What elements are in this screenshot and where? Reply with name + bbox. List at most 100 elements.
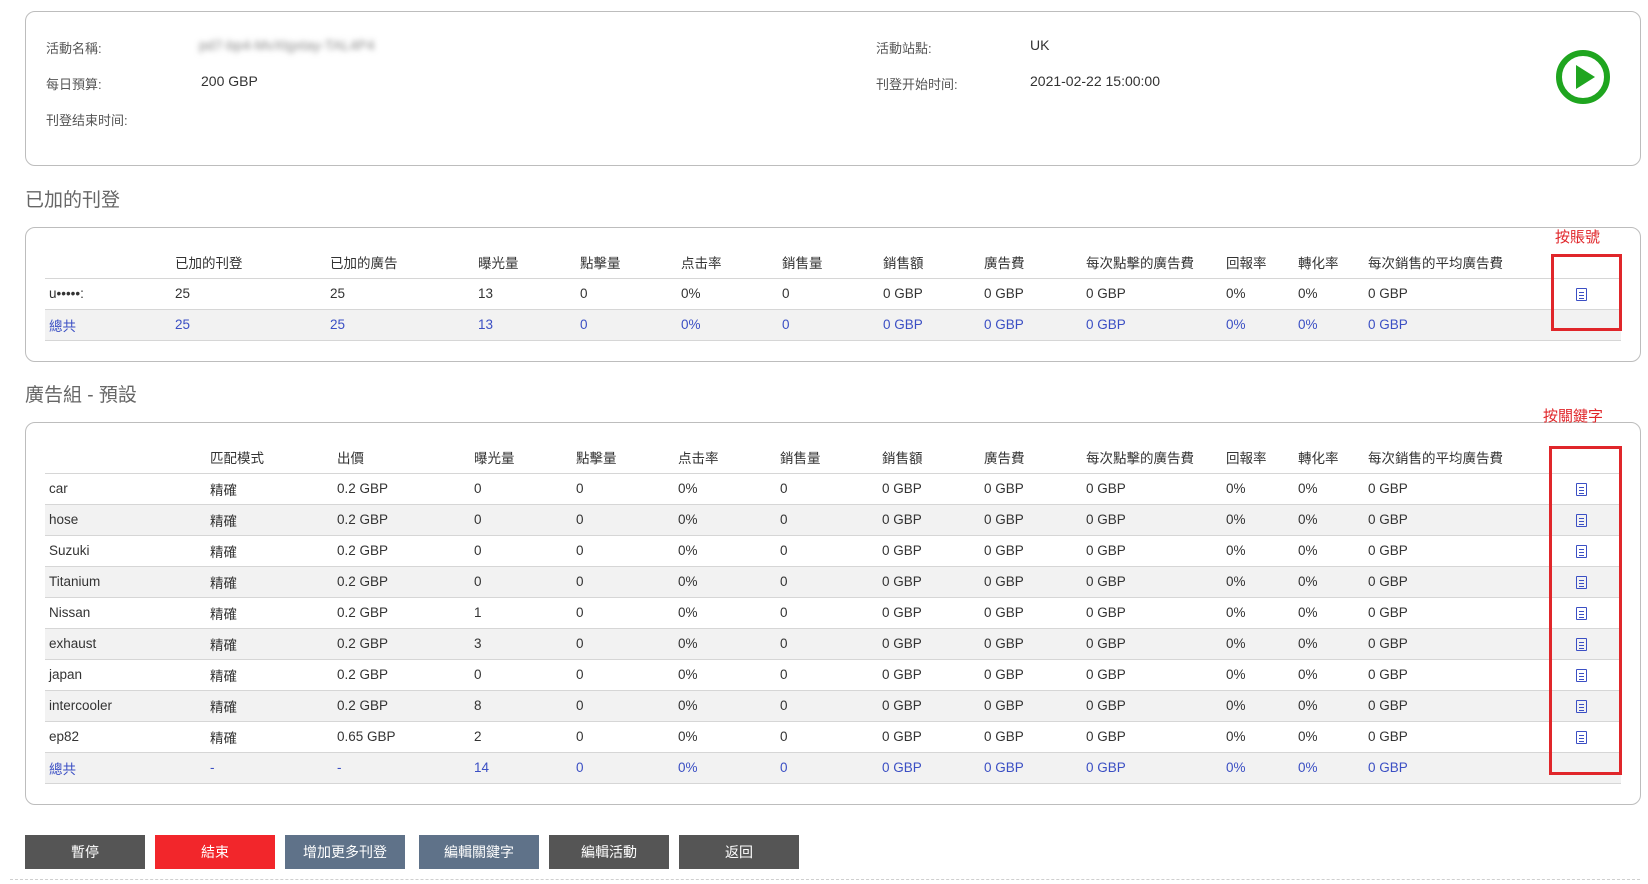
adgroup-table: 匹配模式 出價 曝光量 點擊量 点击率 銷售量 銷售額 廣告費 每次點擊的廣告費 回報率 轉化率 每次…	[45, 442, 1621, 784]
table-cell: 精確	[206, 597, 333, 629]
account-report-highlight	[1551, 254, 1622, 331]
total-cell: 0 GBP	[879, 309, 980, 341]
table-cell: 0 GBP	[1364, 628, 1541, 660]
total-cell: 0	[776, 752, 878, 784]
adgroup-section-title: 廣告組 - 預設	[25, 385, 137, 406]
table-cell: ep82	[45, 721, 206, 753]
table-cell: 0 GBP	[1082, 690, 1222, 722]
table-cell: japan	[45, 659, 206, 691]
table-cell: u•••••:	[45, 278, 171, 310]
table-cell: 1	[470, 597, 572, 629]
table-cell: 0%	[1222, 690, 1294, 722]
total-cell: 0 GBP	[1364, 752, 1541, 784]
add-listings-button[interactable]: 增加更多刊登	[285, 835, 405, 869]
table-cell: 0 GBP	[980, 473, 1082, 505]
total-cell: 14	[470, 752, 572, 784]
total-cell: 總共	[45, 309, 171, 341]
total-cell: 0	[572, 752, 674, 784]
table-cell: 0 GBP	[1364, 278, 1541, 310]
table-cell: 0%	[1294, 473, 1364, 505]
table-cell: 0	[572, 597, 674, 629]
table-cell: 0	[470, 566, 572, 598]
table-cell: 0 GBP	[878, 504, 980, 536]
table-cell: Suzuki	[45, 535, 206, 567]
table-cell: 0	[776, 566, 878, 598]
table-cell: 0 GBP	[980, 597, 1082, 629]
column-header: 點擊量	[572, 442, 674, 474]
start-time-value: 2021-02-22 15:00:00	[1030, 73, 1160, 89]
table-cell: 0	[778, 278, 879, 310]
table-cell: 精確	[206, 628, 333, 660]
total-cell: 總共	[45, 752, 206, 784]
column-header: 銷售量	[776, 442, 878, 474]
table-cell: 0	[776, 473, 878, 505]
pause-button[interactable]: 暫停	[25, 835, 145, 869]
column-header: 廣告費	[980, 442, 1082, 474]
table-cell: 0 GBP	[878, 628, 980, 660]
column-header: 轉化率	[1294, 247, 1364, 279]
table-cell: 0%	[1294, 690, 1364, 722]
table-cell: 0	[776, 721, 878, 753]
listings-table: 已加的刊登 已加的廣告 曝光量 點擊量 点击率 銷售量 銷售額 廣告費 每次點擊的廣告費 回報率轉…	[45, 247, 1621, 341]
table-cell: 0 GBP	[1082, 566, 1222, 598]
table-cell: 2	[470, 721, 572, 753]
table-row: u•••••: 25 25 13 0 0% 0 0 GBP 0 GBP 0 GBP 0% 0% 0 GB…	[45, 278, 1621, 310]
total-cell: 0%	[1294, 752, 1364, 784]
table-cell: 0%	[674, 659, 776, 691]
campaign-name-value: pd7-bp4-MvXtgxtay-TAL4P4	[199, 37, 375, 53]
table-row: intercooler 精確 0.2 GBP 8 0 0% 0 0 GBP 0 GBP 0 GBP…	[45, 690, 1621, 722]
table-cell: 精確	[206, 504, 333, 536]
table-cell: 0	[572, 473, 674, 505]
table-row: Suzuki 精確 0.2 GBP 0 0 0% 0 0 GBP 0 GBP 0 GBP 0% 0% 0…	[45, 535, 1621, 567]
table-cell: 0%	[1222, 278, 1294, 310]
table-cell: 0 GBP	[878, 690, 980, 722]
table-cell: Nissan	[45, 597, 206, 629]
table-row: japan 精確 0.2 GBP 0 0 0% 0 0 GBP 0 GBP 0 GBP 0% 0% 0 …	[45, 659, 1621, 691]
table-cell: 0 GBP	[879, 278, 980, 310]
total-cell: 0	[778, 309, 879, 341]
back-button[interactable]: 返回	[679, 835, 799, 869]
table-cell: 0%	[1294, 278, 1364, 310]
table-cell: 0.2 GBP	[333, 690, 470, 722]
total-cell: 25	[326, 309, 474, 341]
account-annotation: 按賬號	[1555, 229, 1601, 246]
table-cell: 0 GBP	[1082, 535, 1222, 567]
table-cell: 0%	[1294, 628, 1364, 660]
total-cell: -	[206, 752, 333, 784]
table-cell: 0	[776, 597, 878, 629]
edit-campaign-button[interactable]: 編輯活動	[549, 835, 669, 869]
table-cell: 0	[572, 628, 674, 660]
table-cell: 0.2 GBP	[333, 566, 470, 598]
table-cell: 0 GBP	[878, 721, 980, 753]
column-header: 銷售量	[778, 247, 879, 279]
total-cell: 0 GBP	[980, 309, 1082, 341]
column-header: 每次銷售的平均廣告費	[1364, 247, 1541, 279]
end-button[interactable]: 結束	[155, 835, 275, 869]
play-circle-icon[interactable]	[1556, 50, 1610, 104]
table-cell: 精確	[206, 535, 333, 567]
total-cell: 0 GBP	[1082, 752, 1222, 784]
table-cell: 0 GBP	[980, 566, 1082, 598]
keyword-report-highlight	[1549, 446, 1622, 775]
column-header: 已加的廣告	[326, 247, 474, 279]
edit-keywords-button[interactable]: 編輯關鍵字	[419, 835, 539, 869]
column-header: 銷售額	[879, 247, 980, 279]
table-cell: 0 GBP	[980, 628, 1082, 660]
column-header: 點擊量	[576, 247, 677, 279]
column-header: 每次點擊的廣告費	[1082, 442, 1222, 474]
table-cell: 0%	[674, 721, 776, 753]
table-cell: 精確	[206, 721, 333, 753]
table-cell: 0	[572, 659, 674, 691]
column-header: 每次點擊的廣告費	[1082, 247, 1222, 279]
table-cell: 0 GBP	[1082, 628, 1222, 660]
table-cell: 0%	[1222, 504, 1294, 536]
start-time-label: 刊登开始时间:	[876, 77, 958, 92]
table-cell: 0	[776, 535, 878, 567]
table-cell: 3	[470, 628, 572, 660]
total-cell: 25	[171, 309, 326, 341]
table-cell: 0%	[674, 597, 776, 629]
table-cell: 0.2 GBP	[333, 597, 470, 629]
column-header: 轉化率	[1294, 442, 1364, 474]
table-cell: 0 GBP	[980, 690, 1082, 722]
table-row: Nissan 精確 0.2 GBP 1 0 0% 0 0 GBP 0 GBP 0 GBP 0% 0% 0…	[45, 597, 1621, 629]
